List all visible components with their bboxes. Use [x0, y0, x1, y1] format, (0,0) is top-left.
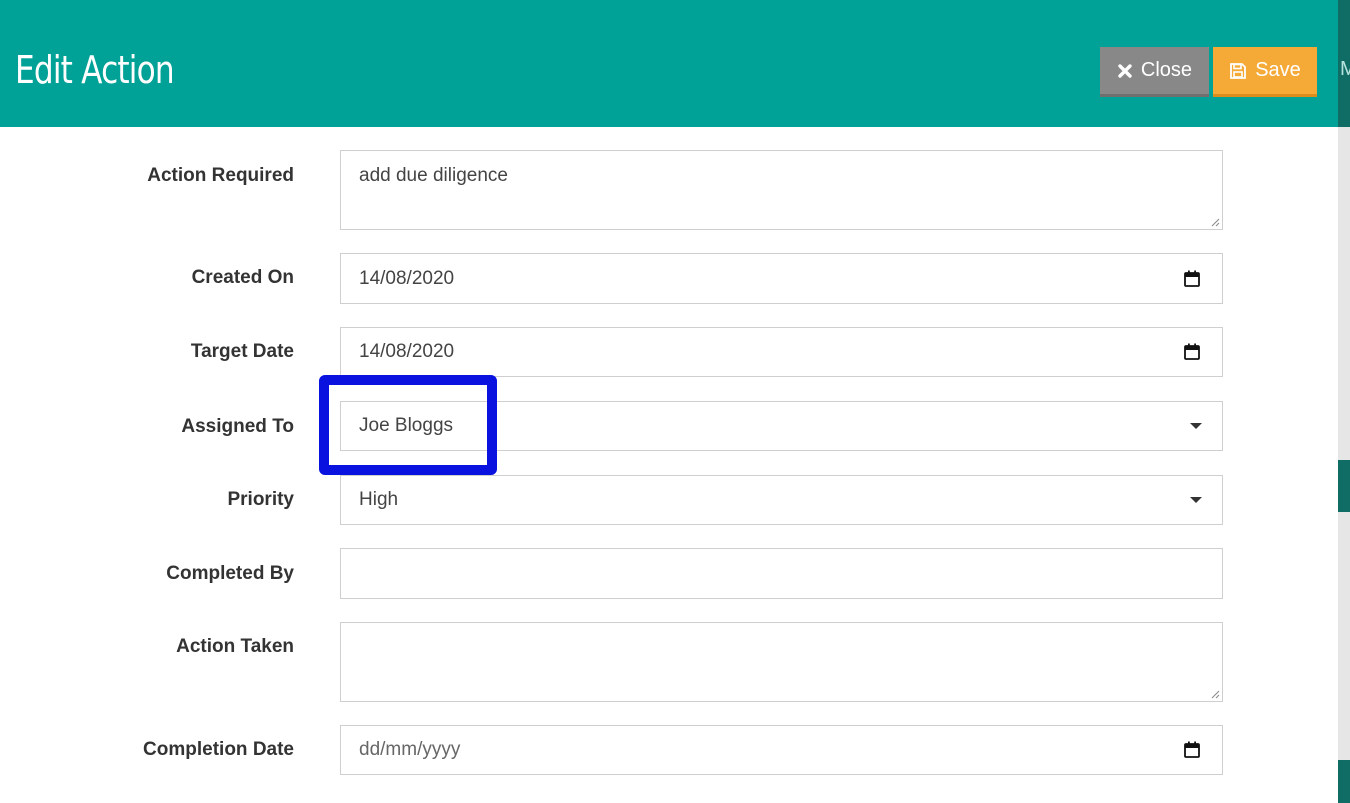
assigned-to-label: Assigned To	[181, 416, 294, 437]
priority-select[interactable]: High	[340, 475, 1223, 525]
created-on-date-input[interactable]: 14/08/2020	[340, 253, 1223, 304]
action-required-label: Action Required	[147, 165, 294, 186]
close-button[interactable]: Close	[1100, 47, 1209, 97]
resize-handle-icon[interactable]	[1211, 690, 1220, 699]
close-x-icon	[1118, 63, 1132, 78]
modal-header: Edit Action Close Save	[0, 0, 1338, 127]
completion-date-label: Completion Date	[143, 739, 294, 760]
completion-date-input[interactable]: dd/mm/yyyy	[340, 725, 1223, 775]
priority-label: Priority	[227, 489, 294, 510]
target-date-label: Target Date	[190, 341, 294, 362]
action-required-value: add due diligence	[359, 165, 508, 186]
created-on-value: 14/08/2020	[359, 267, 455, 289]
action-taken-label: Action Taken	[176, 636, 294, 657]
completed-by-label: Completed By	[166, 563, 294, 584]
completed-by-input[interactable]	[340, 548, 1223, 599]
resize-handle-icon[interactable]	[1211, 218, 1220, 227]
assigned-to-value: Joe Bloggs	[359, 415, 454, 436]
calendar-icon[interactable]	[1184, 270, 1200, 287]
background-letter: M	[1340, 58, 1350, 80]
assigned-to-select[interactable]: Joe Bloggs	[340, 401, 1223, 451]
calendar-icon[interactable]	[1184, 343, 1200, 360]
priority-value: High	[359, 489, 399, 510]
background-page-edge: M	[1338, 0, 1350, 803]
close-button-label: Close	[1140, 59, 1193, 81]
save-button[interactable]: Save	[1213, 47, 1317, 97]
caret-down-icon	[1190, 497, 1202, 503]
target-date-input[interactable]: 14/08/2020	[340, 327, 1223, 377]
modal-title: Edit Action	[15, 48, 175, 92]
save-button-label: Save	[1255, 59, 1301, 81]
target-date-value: 14/08/2020	[359, 341, 455, 362]
created-on-label: Created On	[191, 267, 294, 288]
completion-date-placeholder: dd/mm/yyyy	[359, 739, 461, 760]
caret-down-icon	[1190, 423, 1202, 429]
floppy-disk-icon	[1230, 62, 1247, 79]
calendar-icon[interactable]	[1184, 741, 1200, 758]
action-taken-textarea[interactable]	[340, 622, 1223, 702]
action-required-textarea[interactable]: add due diligence	[340, 150, 1223, 230]
